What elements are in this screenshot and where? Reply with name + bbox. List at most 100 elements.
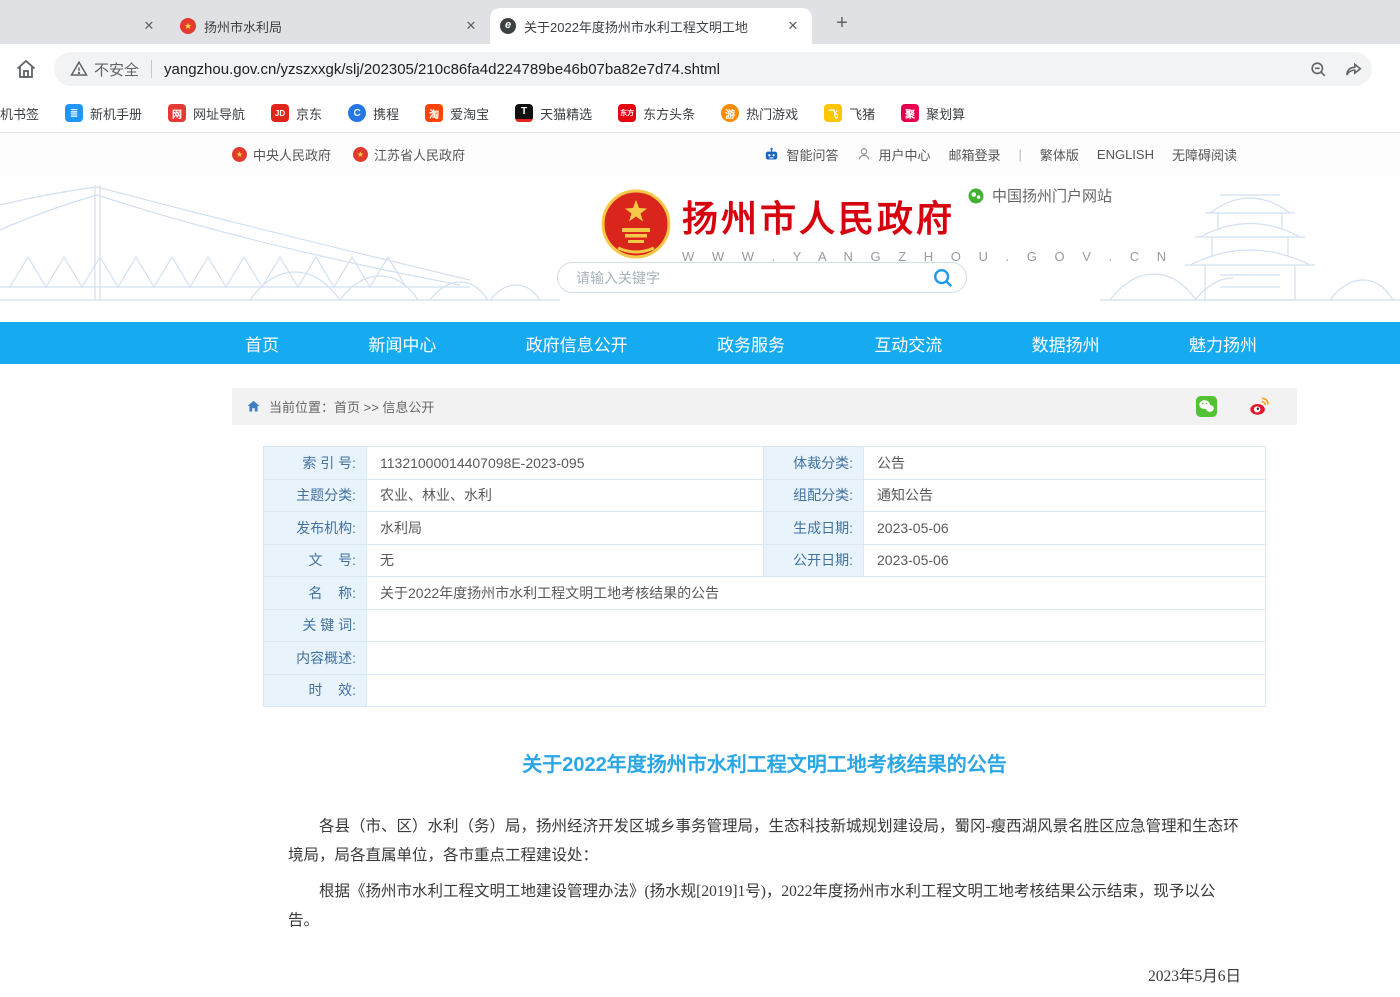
link-english[interactable]: ENGLISH [1097, 147, 1154, 162]
link-label: 智能问答 [786, 145, 838, 164]
document-meta-table: 索 引 号: 11321000014407098E-2023-095 体裁分类:… [263, 446, 1266, 707]
link-label: ENGLISH [1097, 147, 1154, 162]
site-search[interactable] [557, 262, 967, 293]
jd-icon: JD [271, 104, 289, 122]
emblem-favicon-icon: ★ [180, 18, 196, 34]
tab-partial[interactable]: ✕ [0, 8, 168, 44]
search-icon[interactable] [932, 267, 954, 289]
bookmark-item[interactable]: 游 热门游戏 [721, 104, 798, 123]
meta-label: 内容概述: [264, 642, 367, 675]
nav-interaction[interactable]: 互动交流 [874, 331, 942, 356]
portal-globe-icon [967, 187, 985, 205]
bookmark-label: 新机手册 [90, 104, 142, 123]
bookmark-item[interactable]: ≣ 新机手册 [65, 104, 142, 123]
breadcrumb-text[interactable]: 当前位置：首页 >> 信息公开 [269, 397, 434, 416]
nav-news[interactable]: 新闻中心 [368, 331, 436, 356]
close-icon[interactable]: ✕ [784, 18, 802, 34]
portal-link[interactable]: 中国扬州门户网站 [967, 185, 1112, 206]
weibo-share-icon[interactable] [1248, 395, 1271, 418]
tab-title: 扬州市水利局 [204, 17, 454, 36]
tab-active-announcement[interactable]: e 关于2022年度扬州市水利工程文明工地 ✕ [490, 8, 812, 44]
hot-games-icon: 游 [721, 104, 739, 122]
meta-value-doc-number: 无 [367, 545, 764, 578]
bookmark-label: 京东 [296, 104, 322, 123]
meta-label: 公开日期: [764, 545, 864, 578]
bookmark-label: 天猫精选 [540, 104, 592, 123]
bookmark-item[interactable]: T 天猫精选 [515, 104, 592, 123]
link-mail-login[interactable]: 邮箱登录 [948, 145, 1000, 164]
home-icon[interactable] [14, 57, 38, 81]
bookmark-label: 热门游戏 [746, 104, 798, 123]
browser-toolbar: 不安全 yangzhou.gov.cn/yzszxxgk/slj/202305/… [0, 44, 1400, 94]
bookmark-label: 聚划算 [926, 104, 965, 123]
url-text[interactable]: yangzhou.gov.cn/yzszxxgk/slj/202305/210c… [164, 61, 720, 78]
juhuasuan-icon: 聚 [901, 104, 919, 122]
share-icon[interactable] [1344, 60, 1364, 79]
bookmark-item[interactable]: 机书签 [0, 104, 39, 123]
bookmark-item[interactable]: 聚 聚划算 [901, 104, 965, 123]
link-traditional[interactable]: 繁体版 [1040, 145, 1079, 164]
nav-home[interactable]: 首页 [245, 331, 279, 356]
meta-value-validity [367, 675, 1266, 708]
link-smart-qa[interactable]: 智能问答 [763, 145, 838, 164]
nav-charm[interactable]: 魅力扬州 [1189, 331, 1257, 356]
meta-value-group: 通知公告 [864, 480, 1266, 513]
omnibox-divider [151, 60, 152, 78]
new-tab-button[interactable]: + [828, 10, 856, 38]
site-nav-icon: 网 [168, 104, 186, 122]
link-label: 中央人民政府 [253, 145, 331, 164]
meta-value-created-date: 2023-05-06 [864, 512, 1266, 545]
header-illustration-bridge [0, 175, 560, 322]
link-central-gov[interactable]: ★ 中央人民政府 [232, 145, 331, 164]
meta-label: 关 键 词: [264, 610, 367, 643]
bookmark-item[interactable]: C 携程 [348, 104, 399, 123]
bookmark-item[interactable]: JD 京东 [271, 104, 322, 123]
separator: | [1019, 147, 1022, 162]
article-paragraph: 各县（市、区）水利（务）局，扬州经济开发区城乡事务管理局，生态科技新城规划建设局… [288, 813, 1241, 870]
search-input[interactable] [576, 270, 932, 286]
breadcrumb-home-icon[interactable] [246, 399, 261, 414]
article-date: 2023年5月6日 [288, 963, 1241, 992]
article-body: 各县（市、区）水利（务）局，扬州经济开发区城乡事务管理局，生态科技新城规划建设局… [232, 813, 1297, 997]
bookmark-item[interactable]: 网 网址导航 [168, 104, 245, 123]
meta-value-publish-date: 2023-05-06 [864, 545, 1266, 578]
meta-label: 组配分类: [764, 480, 864, 513]
link-jiangsu-gov[interactable]: ★ 江苏省人民政府 [353, 145, 465, 164]
meta-label: 索 引 号: [264, 447, 367, 480]
close-icon[interactable]: ✕ [140, 18, 158, 34]
ctrip-dolphin-icon: C [348, 104, 366, 122]
meta-label: 文 号: [264, 545, 367, 578]
nav-info-disclosure[interactable]: 政府信息公开 [526, 331, 628, 356]
meta-label: 名 称: [264, 577, 367, 610]
meta-label: 体裁分类: [764, 447, 864, 480]
close-icon[interactable]: ✕ [462, 18, 480, 34]
bookmark-item[interactable]: 淘 爱淘宝 [425, 104, 489, 123]
zoom-out-icon[interactable] [1309, 60, 1328, 79]
national-emblem-icon [600, 188, 672, 260]
bookmark-label: 飞猪 [849, 104, 875, 123]
meta-value-genre: 公告 [864, 447, 1266, 480]
bookmark-item[interactable]: 飞 飞猪 [824, 104, 875, 123]
address-bar[interactable]: 不安全 yangzhou.gov.cn/yzszxxgk/slj/202305/… [54, 52, 1372, 86]
nav-data[interactable]: 数据扬州 [1032, 331, 1100, 356]
wechat-share-icon[interactable] [1195, 395, 1218, 418]
meta-label: 发布机构: [264, 512, 367, 545]
meta-value-publisher: 水利局 [367, 512, 764, 545]
not-secure-warning-icon[interactable] [70, 60, 88, 78]
link-user-center[interactable]: 用户中心 [856, 145, 930, 164]
meta-label: 时 效: [264, 675, 367, 708]
bookmarks-bar: 机书签 ≣ 新机手册 网 网址导航 JD 京东 C 携程 淘 爱淘宝 T 天猫精… [0, 94, 1400, 133]
security-label[interactable]: 不安全 [94, 59, 139, 80]
bookmark-label: 爱淘宝 [450, 104, 489, 123]
portal-label: 中国扬州门户网站 [992, 185, 1112, 206]
handbook-icon: ≣ [65, 104, 83, 122]
nav-services[interactable]: 政务服务 [717, 331, 785, 356]
tab-title: 关于2022年度扬州市水利工程文明工地 [524, 17, 776, 36]
site-masthead: 扬州市人民政府 W W W . Y A N G Z H O U . G O V … [0, 175, 1400, 322]
user-icon [856, 146, 872, 162]
site-logo-favicon-icon: e [500, 18, 516, 34]
tab-shuiliju[interactable]: ★ 扬州市水利局 ✕ [170, 8, 490, 44]
link-accessibility[interactable]: 无障碍阅读 [1172, 145, 1237, 164]
meta-value-keywords [367, 610, 1266, 643]
bookmark-item[interactable]: 东方 东方头条 [618, 104, 695, 123]
